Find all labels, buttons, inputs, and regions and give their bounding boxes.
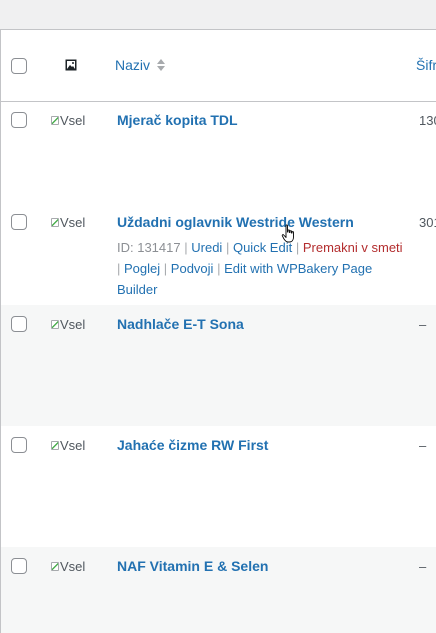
product-name-link[interactable]: Uždadni oglavnik Westride Western: [117, 214, 354, 230]
product-sku: 3010: [419, 215, 436, 230]
separator: |: [163, 261, 168, 276]
row-checkbox[interactable]: [11, 437, 27, 453]
row-checkbox[interactable]: [11, 316, 27, 332]
table-row: Vsel Mjerač kopita TDL 1300: [1, 101, 436, 203]
product-sku: 1300: [419, 113, 436, 128]
row-actions: ID: 131417 | Uredi | Quick Edit | Premak…: [117, 237, 407, 300]
thumbnail-alt-text: Vsel: [60, 316, 86, 332]
separator: |: [225, 240, 230, 255]
broken-image-icon: [51, 319, 59, 329]
thumbnail-alt-text: Vsel: [60, 437, 86, 453]
product-thumbnail[interactable]: Vsel: [51, 558, 95, 574]
broken-image-icon: [51, 561, 59, 571]
row-checkbox[interactable]: [11, 558, 27, 574]
column-header-name[interactable]: Naziv: [115, 57, 166, 73]
view-link[interactable]: Poglej: [124, 261, 160, 276]
edit-link[interactable]: Uredi: [191, 240, 222, 255]
product-sku: –: [419, 438, 427, 453]
quick-edit-link[interactable]: Quick Edit: [233, 240, 292, 255]
sort-icon[interactable]: [156, 57, 166, 73]
product-id: ID: 131417: [117, 240, 181, 255]
product-name-link[interactable]: Nadhlače E-T Sona: [117, 316, 244, 332]
duplicate-link[interactable]: Podvoji: [171, 261, 214, 276]
separator: |: [184, 240, 188, 255]
row-checkbox[interactable]: [11, 214, 27, 230]
table-row: Vsel NAF Vitamin E & Selen –: [1, 547, 436, 633]
image-column-icon: [65, 59, 77, 71]
product-thumbnail[interactable]: Vsel: [51, 316, 95, 332]
thumbnail-alt-text: Vsel: [60, 558, 86, 574]
column-header-sku[interactable]: Šifra: [416, 57, 436, 73]
column-name-label: Naziv: [115, 57, 151, 73]
table-row: Vsel Jahaće čizme RW First –: [1, 426, 436, 547]
separator: |: [217, 261, 221, 276]
table-row: Vsel Nadhlače E-T Sona –: [1, 305, 436, 426]
product-thumbnail[interactable]: Vsel: [51, 437, 95, 453]
product-thumbnail[interactable]: Vsel: [51, 214, 95, 230]
thumbnail-alt-text: Vsel: [60, 112, 86, 128]
select-all-checkbox[interactable]: [11, 58, 27, 74]
table-row: Vsel Uždadni oglavnik Westride Western 3…: [1, 203, 436, 305]
column-sku-label: Šifra: [416, 57, 436, 73]
product-sku: –: [419, 317, 427, 332]
table-header: Naziv Šifra: [1, 30, 436, 102]
separator: |: [295, 240, 300, 255]
products-table: Naziv Šifra Vsel Mjerač kopita TDL 1300 …: [0, 29, 436, 633]
broken-image-icon: [51, 217, 59, 227]
product-name-link[interactable]: Mjerač kopita TDL: [117, 112, 238, 128]
row-checkbox[interactable]: [11, 112, 27, 128]
product-name-link[interactable]: Jahaće čizme RW First: [117, 437, 268, 453]
product-name-link[interactable]: NAF Vitamin E & Selen: [117, 558, 268, 574]
broken-image-icon: [51, 440, 59, 450]
product-sku: –: [419, 559, 427, 574]
trash-link[interactable]: Premakni v smeti: [303, 240, 403, 255]
product-thumbnail[interactable]: Vsel: [51, 112, 95, 128]
broken-image-icon: [51, 115, 59, 125]
separator: |: [117, 261, 121, 276]
thumbnail-alt-text: Vsel: [60, 214, 86, 230]
